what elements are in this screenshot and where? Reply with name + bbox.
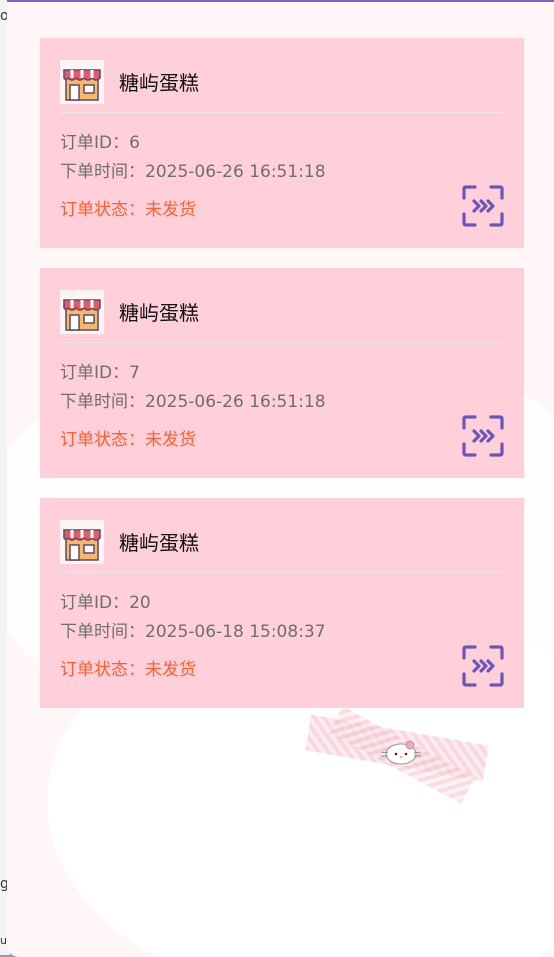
order-status-label: 订单状态： [60,660,145,680]
order-card-header: 糖屿蛋糕 [60,518,504,573]
order-id-row: 订单ID：6 [60,128,140,153]
order-card-header: 糖屿蛋糕 [60,58,504,113]
order-card[interactable]: 糖屿蛋糕 订单ID：7 下单时间：2025-06-26 16:51:18 订单状… [40,268,524,478]
scan-forward-button[interactable] [461,644,505,688]
order-card-header: 糖屿蛋糕 [60,288,504,343]
scan-forward-icon [462,645,504,687]
order-status-row: 订单状态：未发货 [60,195,196,220]
order-status-row: 订单状态：未发货 [60,425,196,450]
order-status-value: 未发货 [145,200,196,220]
scan-forward-icon [462,415,504,457]
order-status-row: 订单状态：未发货 [60,655,196,680]
order-time-label: 下单时间： [60,162,145,182]
order-id-label: 订单ID： [60,133,130,153]
scan-forward-icon [462,185,504,227]
order-card[interactable]: 糖屿蛋糕 订单ID：6 下单时间：2025-06-26 16:51:18 订单状… [40,38,524,248]
order-id-row: 订单ID：20 [60,588,151,613]
order-time-row: 下单时间：2025-06-26 16:51:18 [60,387,326,412]
scan-forward-button[interactable] [461,414,505,458]
background-text-fragment: u [0,934,7,947]
shop-name: 糖屿蛋糕 [119,301,199,325]
order-time-label: 下单时间： [60,392,145,412]
hello-kitty-icon [380,740,422,765]
order-time-row: 下单时间：2025-06-26 16:51:18 [60,157,326,182]
order-time-label: 下单时间： [60,622,145,642]
order-time-value: 2025-06-18 15:08:37 [145,622,326,642]
order-list-panel[interactable]: 糖屿蛋糕 订单ID：6 下单时间：2025-06-26 16:51:18 订单状… [7,0,554,957]
order-id-value: 6 [129,133,140,153]
order-id-label: 订单ID： [60,363,130,383]
shop-icon [60,290,104,334]
order-id-value: 20 [129,593,151,613]
shop-name: 糖屿蛋糕 [119,531,199,555]
order-card[interactable]: 糖屿蛋糕 订单ID：20 下单时间：2025-06-18 15:08:37 订单… [40,498,524,708]
order-time-row: 下单时间：2025-06-18 15:08:37 [60,617,326,642]
order-id-value: 7 [129,363,140,383]
shop-icon [60,60,104,104]
order-id-label: 订单ID： [60,593,130,613]
order-time-value: 2025-06-26 16:51:18 [145,392,326,412]
order-status-label: 订单状态： [60,430,145,450]
scan-forward-button[interactable] [461,184,505,228]
order-id-row: 订单ID：7 [60,358,140,383]
order-status-value: 未发货 [145,660,196,680]
order-list: 糖屿蛋糕 订单ID：6 下单时间：2025-06-26 16:51:18 订单状… [40,38,524,728]
order-time-value: 2025-06-26 16:51:18 [145,162,326,182]
shop-icon [60,520,104,564]
shop-name: 糖屿蛋糕 [119,71,199,95]
order-status-label: 订单状态： [60,200,145,220]
order-status-value: 未发货 [145,430,196,450]
